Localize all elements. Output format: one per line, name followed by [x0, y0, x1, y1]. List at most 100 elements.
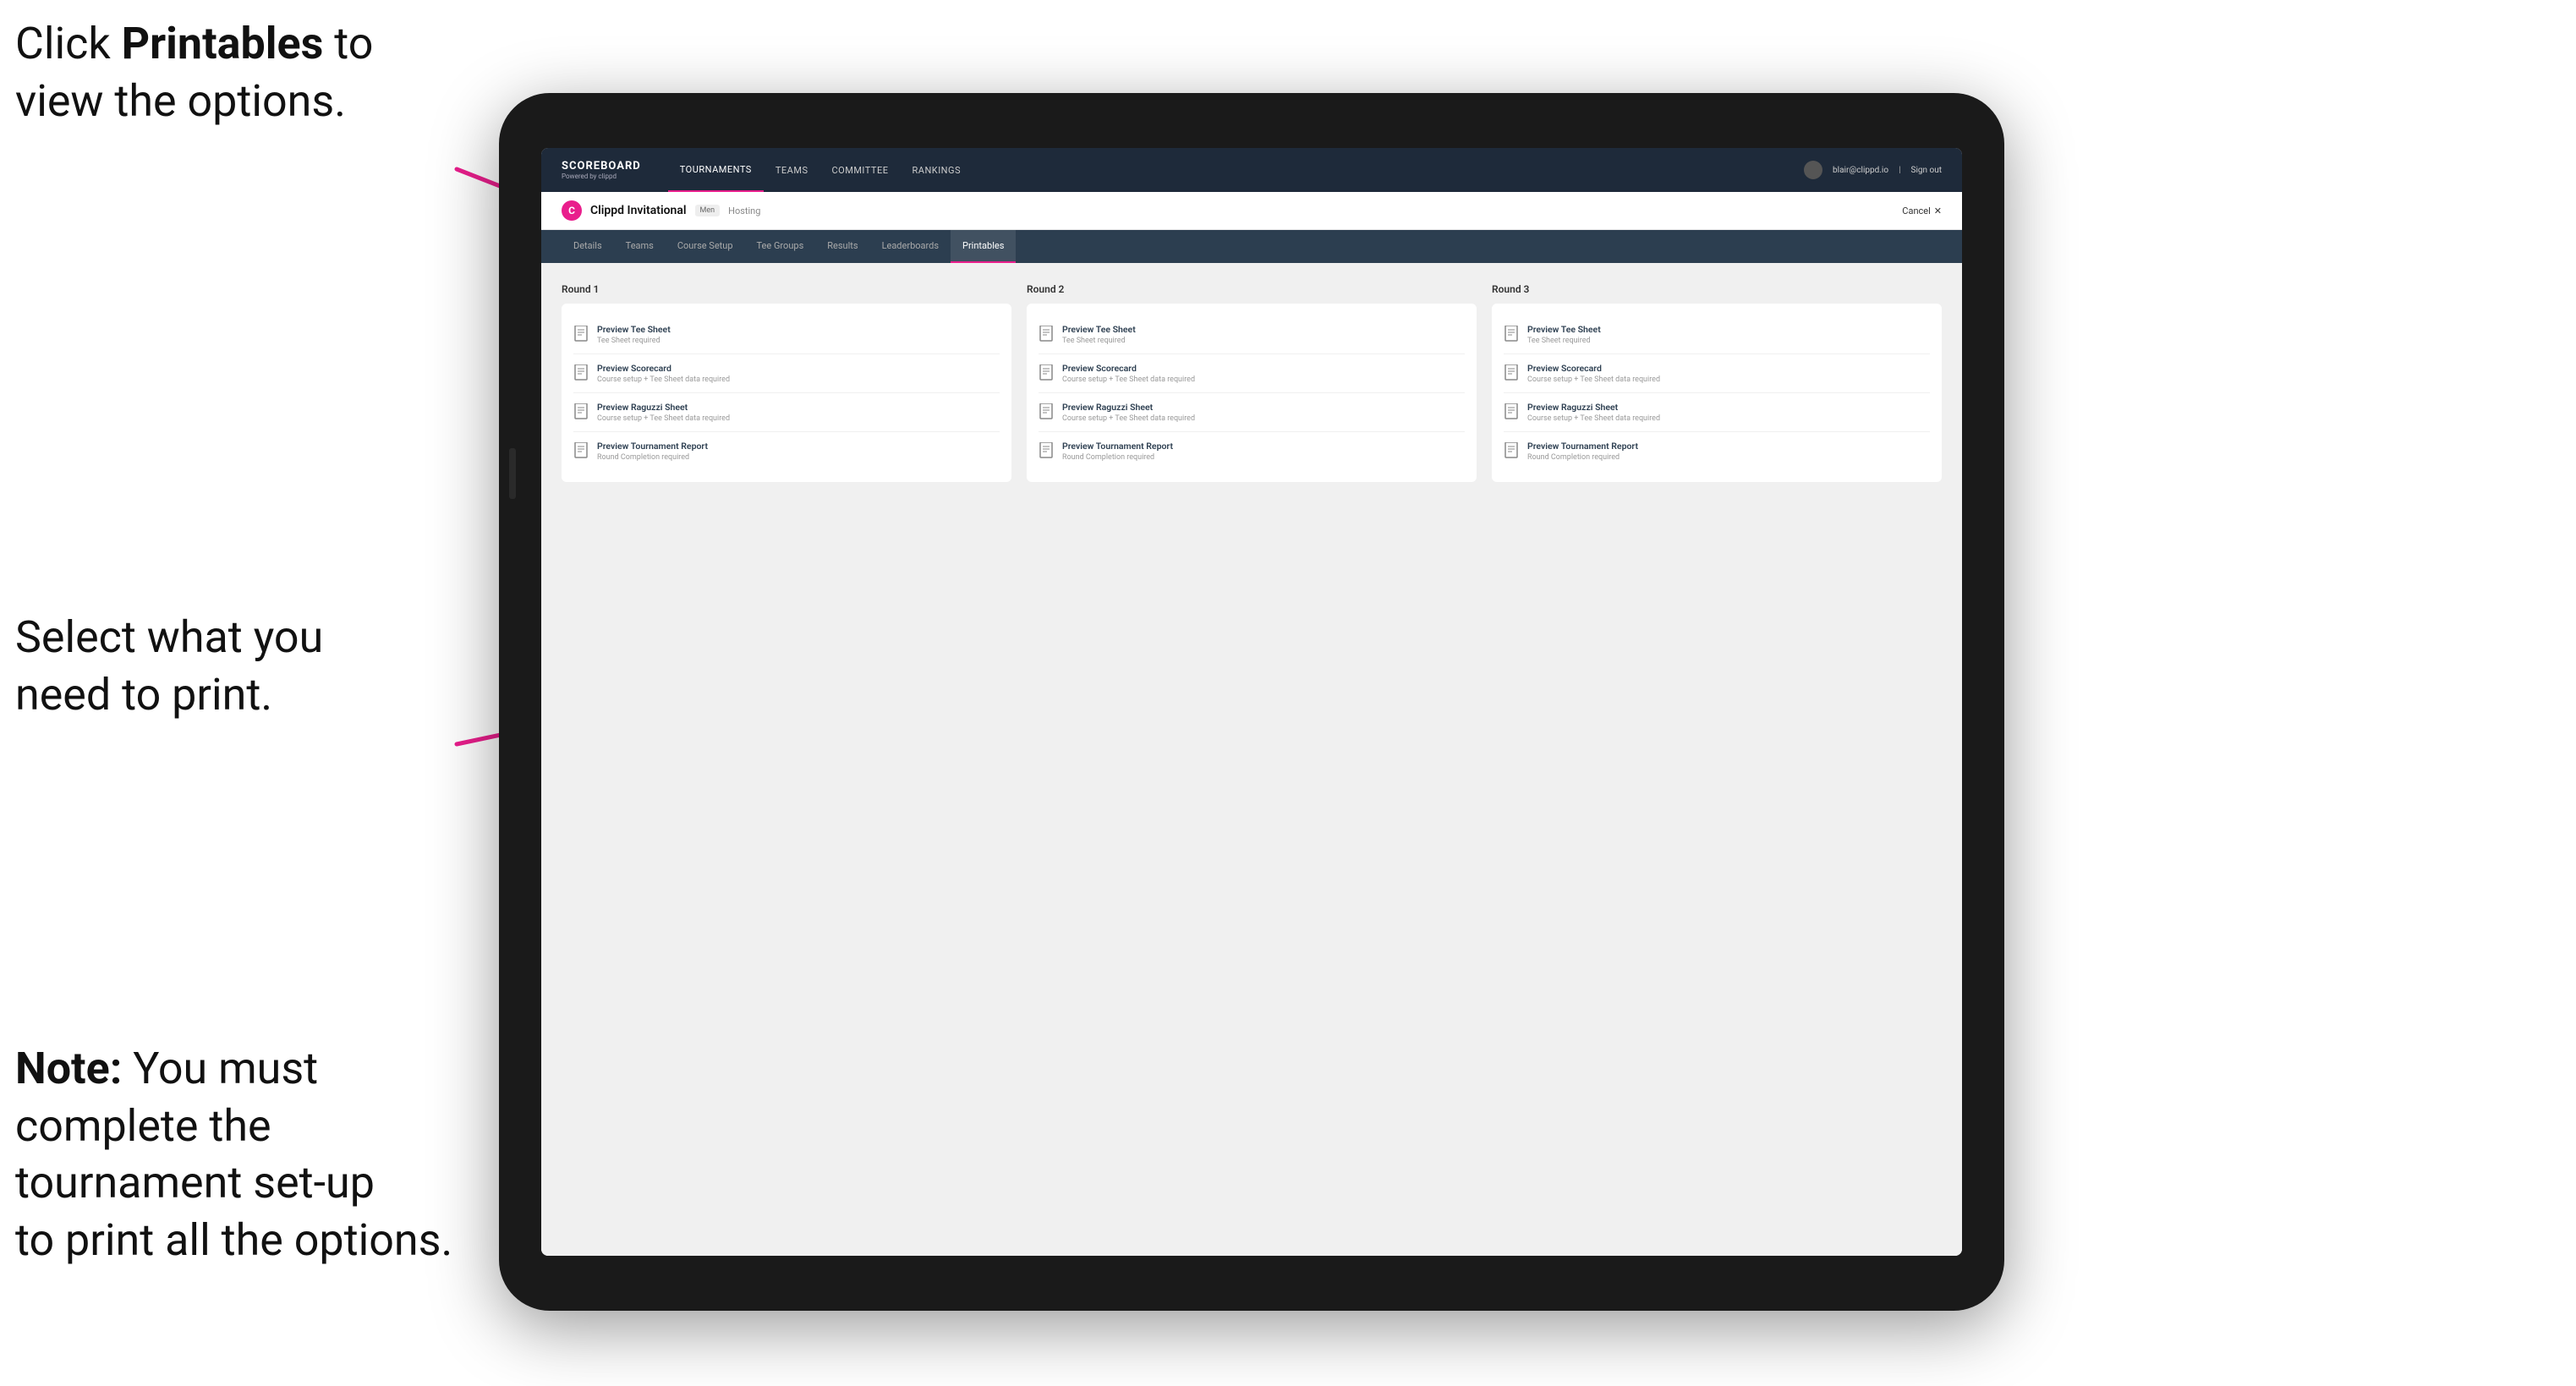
tab-bar: Details Teams Course Setup Tee Groups Re…: [541, 230, 1962, 263]
round-1-scorecard-req: Course setup + Tee Sheet data required: [597, 375, 730, 384]
nav-teams[interactable]: TEAMS: [764, 148, 820, 192]
round-2-raguzzi-info: Preview Raguzzi Sheet Course setup + Tee…: [1062, 402, 1195, 423]
round-3-report-name: Preview Tournament Report: [1527, 441, 1638, 452]
round-1-raguzzi-name: Preview Raguzzi Sheet: [597, 402, 730, 413]
round-2-tournament-report[interactable]: Preview Tournament Report Round Completi…: [1039, 432, 1465, 470]
top-nav-links: TOURNAMENTS TEAMS COMMITTEE RANKINGS: [668, 148, 1804, 192]
round-2-scorecard-req: Course setup + Tee Sheet data required: [1062, 375, 1195, 384]
round-3-report-info: Preview Tournament Report Round Completi…: [1527, 441, 1638, 462]
tablet-frame: SCOREBOARD Powered by clippd TOURNAMENTS…: [499, 93, 2004, 1311]
cancel-button[interactable]: Cancel ✕: [1902, 205, 1942, 216]
nav-tournaments[interactable]: TOURNAMENTS: [668, 148, 764, 192]
round-1-report-req: Round Completion required: [597, 453, 708, 462]
raguzzi-icon: [573, 403, 589, 420]
rounds-grid: Round 1: [562, 283, 1942, 482]
round-1-report-info: Preview Tournament Report Round Completi…: [597, 441, 708, 462]
round-2-title: Round 2: [1027, 283, 1477, 295]
round-1-column: Round 1: [562, 283, 1011, 482]
r3-tournament-report-icon: [1504, 442, 1519, 459]
round-2-raguzzi-req: Course setup + Tee Sheet data required: [1062, 414, 1195, 423]
scorecard-icon: [573, 364, 589, 381]
round-3-scorecard[interactable]: Preview Scorecard Course setup + Tee She…: [1504, 354, 1930, 393]
round-2-card: Preview Tee Sheet Tee Sheet required: [1027, 304, 1477, 482]
round-3-report-req: Round Completion required: [1527, 453, 1638, 462]
round-3-title: Round 3: [1492, 283, 1942, 295]
round-3-tee-sheet-info: Preview Tee Sheet Tee Sheet required: [1527, 324, 1601, 345]
tab-details[interactable]: Details: [562, 230, 614, 263]
r3-scorecard-icon: [1504, 364, 1519, 381]
round-1-tee-sheet-req: Tee Sheet required: [597, 337, 671, 345]
r3-tee-sheet-icon: [1504, 326, 1519, 342]
tee-sheet-icon: [573, 326, 589, 342]
round-1-raguzzi[interactable]: Preview Raguzzi Sheet Course setup + Tee…: [573, 393, 1000, 432]
round-3-tee-sheet-name: Preview Tee Sheet: [1527, 324, 1601, 335]
round-1-report-name: Preview Tournament Report: [597, 441, 708, 452]
tournament-report-icon: [573, 442, 589, 459]
r2-raguzzi-icon: [1039, 403, 1054, 420]
user-avatar: [1804, 161, 1822, 179]
r2-tee-sheet-icon: [1039, 326, 1054, 342]
top-nav: SCOREBOARD Powered by clippd TOURNAMENTS…: [541, 148, 1962, 192]
round-1-tournament-report[interactable]: Preview Tournament Report Round Completi…: [573, 432, 1000, 470]
round-1-raguzzi-req: Course setup + Tee Sheet data required: [597, 414, 730, 423]
round-3-column: Round 3: [1492, 283, 1942, 482]
annotation-bold-note: Note:: [15, 1043, 122, 1094]
tournament-logo: C: [562, 200, 582, 221]
annotation-bot: Note: You mustcomplete thetournament set…: [15, 1040, 452, 1268]
tab-course-setup[interactable]: Course Setup: [666, 230, 745, 263]
round-2-scorecard-name: Preview Scorecard: [1062, 363, 1195, 374]
round-2-scorecard[interactable]: Preview Scorecard Course setup + Tee She…: [1039, 354, 1465, 393]
sign-out-link[interactable]: Sign out: [1911, 166, 1942, 175]
tablet-button: [509, 448, 516, 499]
round-2-report-name: Preview Tournament Report: [1062, 441, 1173, 452]
round-1-tee-sheet-info: Preview Tee Sheet Tee Sheet required: [597, 324, 671, 345]
r2-tournament-report-icon: [1039, 442, 1054, 459]
round-2-column: Round 2: [1027, 283, 1477, 482]
tournament-badge: Men: [695, 205, 721, 216]
user-email: blair@clippd.io: [1833, 166, 1888, 175]
scoreboard-logo: SCOREBOARD Powered by clippd: [562, 160, 641, 180]
tab-tee-groups[interactable]: Tee Groups: [745, 230, 816, 263]
round-3-tournament-report[interactable]: Preview Tournament Report Round Completi…: [1504, 432, 1930, 470]
nav-right: blair@clippd.io | Sign out: [1804, 161, 1942, 179]
round-2-raguzzi[interactable]: Preview Raguzzi Sheet Course setup + Tee…: [1039, 393, 1465, 432]
main-content: Round 1: [541, 263, 1962, 1256]
tournament-hosting: Hosting: [728, 205, 760, 216]
annotation-mid: Select what youneed to print.: [15, 609, 323, 723]
tab-teams[interactable]: Teams: [614, 230, 666, 263]
round-2-tee-sheet-req: Tee Sheet required: [1062, 337, 1136, 345]
annotation-bold-printables: Printables: [122, 18, 324, 69]
round-1-tee-sheet[interactable]: Preview Tee Sheet Tee Sheet required: [573, 315, 1000, 354]
r3-raguzzi-icon: [1504, 403, 1519, 420]
round-2-scorecard-info: Preview Scorecard Course setup + Tee She…: [1062, 363, 1195, 384]
nav-separator: |: [1899, 166, 1900, 175]
nav-committee[interactable]: COMMITTEE: [819, 148, 900, 192]
logo-sub: Powered by clippd: [562, 173, 641, 180]
round-3-scorecard-info: Preview Scorecard Course setup + Tee She…: [1527, 363, 1660, 384]
tournament-name: Clippd Invitational: [590, 204, 687, 217]
round-2-raguzzi-name: Preview Raguzzi Sheet: [1062, 402, 1195, 413]
round-3-raguzzi[interactable]: Preview Raguzzi Sheet Course setup + Tee…: [1504, 393, 1930, 432]
round-2-tee-sheet-name: Preview Tee Sheet: [1062, 324, 1136, 335]
round-1-scorecard-info: Preview Scorecard Course setup + Tee She…: [597, 363, 730, 384]
round-1-title: Round 1: [562, 283, 1011, 295]
round-3-raguzzi-info: Preview Raguzzi Sheet Course setup + Tee…: [1527, 402, 1660, 423]
tab-results[interactable]: Results: [815, 230, 869, 263]
round-3-tee-sheet-req: Tee Sheet required: [1527, 337, 1601, 345]
tournament-title: C Clippd Invitational Men Hosting: [562, 200, 760, 221]
tournament-header: C Clippd Invitational Men Hosting Cancel…: [541, 192, 1962, 230]
round-2-tee-sheet[interactable]: Preview Tee Sheet Tee Sheet required: [1039, 315, 1465, 354]
round-1-scorecard[interactable]: Preview Scorecard Course setup + Tee She…: [573, 354, 1000, 393]
round-2-tee-sheet-info: Preview Tee Sheet Tee Sheet required: [1062, 324, 1136, 345]
round-3-scorecard-req: Course setup + Tee Sheet data required: [1527, 375, 1660, 384]
tab-leaderboards[interactable]: Leaderboards: [870, 230, 951, 263]
annotation-top: Click Printables toview the options.: [15, 15, 373, 129]
cancel-x-icon: ✕: [1934, 205, 1942, 216]
round-1-scorecard-name: Preview Scorecard: [597, 363, 730, 374]
round-3-scorecard-name: Preview Scorecard: [1527, 363, 1660, 374]
nav-rankings[interactable]: RANKINGS: [900, 148, 973, 192]
round-1-card: Preview Tee Sheet Tee Sheet required: [562, 304, 1011, 482]
tab-printables[interactable]: Printables: [951, 230, 1016, 263]
round-3-tee-sheet[interactable]: Preview Tee Sheet Tee Sheet required: [1504, 315, 1930, 354]
round-1-raguzzi-info: Preview Raguzzi Sheet Course setup + Tee…: [597, 402, 730, 423]
